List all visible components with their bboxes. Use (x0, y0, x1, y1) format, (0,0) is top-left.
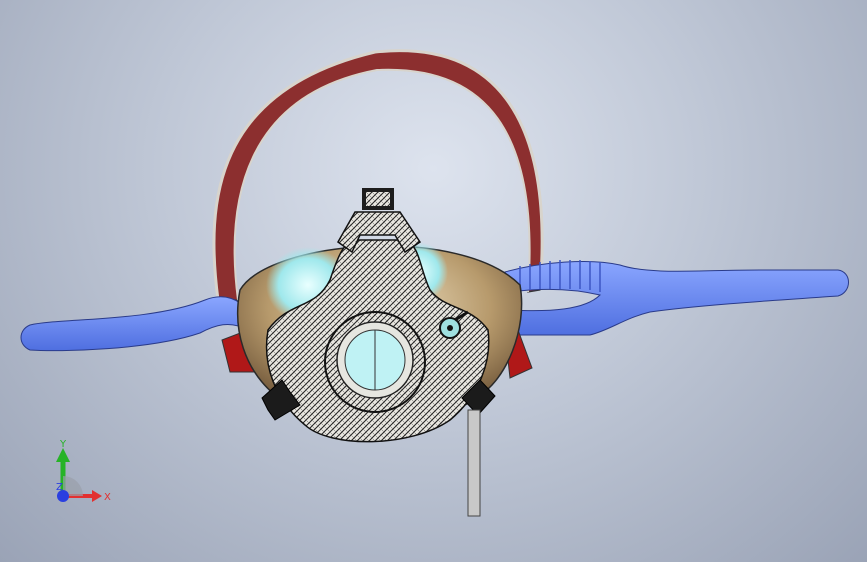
mask-model[interactable] (0, 0, 867, 562)
x-axis-label: X (104, 492, 111, 503)
left-tubing[interactable] (20, 296, 251, 352)
x-axis-arrow (92, 490, 102, 502)
graphics-viewport[interactable]: Y Z X (0, 0, 867, 562)
bottom-rod[interactable] (467, 409, 481, 517)
y-axis-arrow (56, 448, 70, 462)
axis-triad: Y Z X (56, 439, 111, 503)
z-axis-label: Z (56, 482, 63, 493)
right-tubing[interactable] (504, 260, 849, 336)
y-axis-label: Y (59, 439, 67, 450)
